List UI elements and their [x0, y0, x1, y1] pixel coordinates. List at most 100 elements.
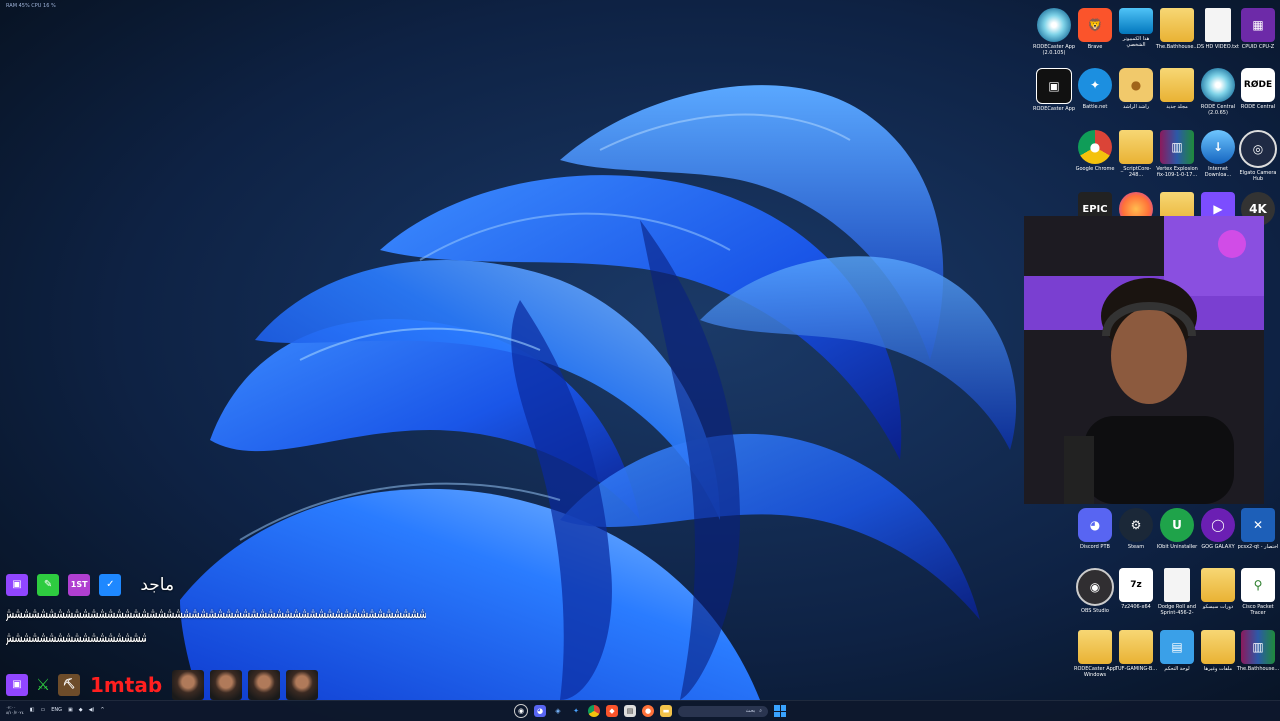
desktop-icon-rode-central-disc[interactable]: RODE Central (2.0.65) — [1198, 68, 1238, 128]
webcam-feed — [1024, 216, 1264, 504]
obs-taskbar-icon[interactable]: ◉ — [514, 704, 528, 718]
taskbar-apps: ◉ ◕ ◈ ✦ ◆ ▤ ● ▬ بحث ⌕ — [514, 704, 786, 718]
discord-icon: ◕ — [1078, 508, 1112, 542]
start-icon[interactable] — [774, 705, 786, 717]
search-input[interactable]: بحث ⌕ — [678, 705, 768, 717]
control-panel-icon: ▤ — [1160, 630, 1194, 664]
desktop-icon-vertex-explosion[interactable]: ▥ Vertex Explosion fix-109-1-0-17... — [1156, 130, 1198, 190]
desktop-icon-elgato-camera-hub[interactable]: ◎ Elgato Camera Hub — [1238, 130, 1278, 190]
twitch-badge-icon: ▣ — [6, 574, 28, 596]
desktop-icon-dodge-roll[interactable]: Dodge Roll and Sprint-456-2-38... — [1157, 568, 1197, 628]
green-badge-icon: ✎ — [37, 574, 60, 596]
desktop-icon-files-folder[interactable]: ملفات وغيرها — [1198, 630, 1238, 690]
dodge-roll-icon — [1164, 568, 1190, 602]
the-bathhouse-folder-icon — [1160, 8, 1194, 42]
desktop-icon-label: RODE Central — [1240, 104, 1276, 110]
desktop-icon-control-panel[interactable]: ▤ لوحة التحكم — [1157, 630, 1197, 690]
desktop-icon-user-folder[interactable]: ● راشد الراشد — [1116, 68, 1156, 128]
steam-icon: ⚙ — [1119, 508, 1153, 542]
desktop-icon-brave[interactable]: 🦁 Brave — [1075, 8, 1115, 68]
elgato-camera-hub-icon: ◎ — [1239, 130, 1277, 168]
desktop-icon-label: Vertex Explosion fix-109-1-0-17... — [1156, 166, 1198, 178]
edge-taskbar-icon[interactable]: ◈ — [552, 705, 564, 717]
store-taskbar-icon[interactable]: ▤ — [624, 705, 636, 717]
iobit-uninstaller-icon: U — [1160, 508, 1194, 542]
network-icon[interactable]: ◧ — [30, 707, 35, 713]
user-folder-icon: ● — [1119, 68, 1153, 102]
desktop-icon-rode-central[interactable]: RØDE RODE Central — [1238, 68, 1278, 128]
files-folder-icon — [1201, 630, 1235, 664]
desktop-icon-internet-download[interactable]: ↓ Internet Downloa... — [1198, 130, 1238, 190]
scriptcore-icon — [1119, 130, 1153, 164]
desktop-icon-label: Battle.net — [1082, 104, 1108, 110]
desktop-icon-tuf-gaming[interactable]: TUF-GAMING-B... — [1115, 630, 1157, 690]
desktop-icon-label: راشد الراشد — [1122, 104, 1150, 110]
7zip-icon: 7z — [1119, 568, 1153, 602]
desktop-icon-new-folder[interactable]: مجلد جديد — [1157, 68, 1197, 128]
chevron-up-icon[interactable]: ^ — [100, 707, 104, 713]
desktop-icon-gog-galaxy[interactable]: ◯ GOG GALAXY — [1198, 508, 1238, 568]
rode-central-icon: RØDE — [1241, 68, 1275, 102]
rode-central-disc-icon — [1201, 68, 1235, 102]
firefox-taskbar-icon[interactable]: ● — [642, 705, 654, 717]
desktop-icon-obs-studio[interactable]: ◉ OBS Studio — [1075, 568, 1115, 628]
brave-taskbar-icon[interactable]: ◆ — [606, 705, 618, 717]
language-indicator[interactable]: ENG — [51, 707, 62, 713]
desktop-icon-cisco-packet-tracer[interactable]: ⚲ Cisco Packet Tracer — [1238, 568, 1278, 628]
desktop-icon-label: GOG GALAXY — [1201, 544, 1235, 550]
desktop-icon-iobit-uninstaller[interactable]: U IObit Uninstaller — [1157, 508, 1197, 568]
desktop-icon-label: مجلد جديد — [1166, 104, 1188, 110]
volume-icon[interactable]: ◀) — [89, 707, 95, 713]
vertex-explosion-icon: ▥ — [1160, 130, 1194, 164]
chrome-taskbar-icon[interactable] — [588, 705, 600, 717]
battlenet-icon: ✦ — [1078, 68, 1112, 102]
first-badge-icon: 1ST — [68, 574, 91, 596]
cisco-packet-tracer-icon: ⚲ — [1241, 568, 1275, 602]
desktop-icon-steam[interactable]: ⚙ Steam — [1116, 508, 1156, 568]
clock[interactable]: ٠٢:٠٠ ٨/١٠/٢٠٢٤ — [6, 705, 24, 715]
desktop-icon-label: RODECaster App (2.0.105) — [1032, 44, 1076, 56]
desktop-icon-label: Google Chrome — [1075, 166, 1115, 172]
new-folder-icon — [1160, 68, 1194, 102]
discord-taskbar-icon[interactable]: ◕ — [534, 705, 546, 717]
search-placeholder: بحث — [745, 708, 756, 714]
explorer-taskbar-icon[interactable]: ▬ — [660, 705, 672, 717]
desktop-icon-label: لوحة التحكم — [1164, 666, 1190, 672]
gog-galaxy-icon: ◯ — [1201, 508, 1235, 542]
desktop-icon-the-bathhouse-folder[interactable]: The.Bathhouse... — [1156, 8, 1198, 68]
desktop-icon-battlenet[interactable]: ✦ Battle.net — [1075, 68, 1115, 128]
display-icon[interactable]: ▭ — [40, 707, 45, 713]
desktop-icon-scriptcore[interactable]: _ScriptCore-248... — [1116, 130, 1156, 190]
monitor-icon[interactable]: ▣ — [68, 707, 73, 713]
desktop-icon-ds-hd-video[interactable]: DS HD VIDEO.txt — [1197, 8, 1239, 68]
cpuid-icon: ▦ — [1241, 8, 1275, 42]
chat-message-1-header: ▣ ✎ 1ST ✓ ماجد — [6, 574, 426, 596]
desktop-icon-courses-folder[interactable]: دورات سيسكو — [1198, 568, 1238, 628]
emote-face — [286, 670, 319, 700]
battlenet-taskbar-icon[interactable]: ✦ — [570, 705, 582, 717]
desktop-icon-label: Internet Downloa... — [1204, 166, 1232, 178]
desktop-icon-discord[interactable]: ◕ Discord PTB — [1075, 508, 1115, 568]
desktop-icon-google-chrome[interactable]: ● Google Chrome — [1075, 130, 1115, 190]
desktop-icon-label: Discord PTB — [1080, 544, 1110, 550]
desktop-icon-7zip[interactable]: 7z 7z2406-x64 — [1116, 568, 1156, 628]
desktop-icon-the-bathhouse-rar[interactable]: ▥ The.Bathhouse... — [1237, 630, 1279, 690]
desktop-icon-label: Dodge Roll and Sprint-456-2-38... — [1157, 604, 1196, 616]
desktop-icon-label: RODECaster App Windows v2.0.105 — [1073, 666, 1117, 678]
desktop-icon-rodecaster-app-disc[interactable]: RODECaster App (2.0.105) — [1032, 8, 1076, 68]
mic-icon[interactable]: ◆ — [79, 707, 83, 713]
search-icon: ⌕ — [759, 708, 762, 714]
desktop-icon-rodecaster-windows[interactable]: RODECaster App Windows v2.0.105 — [1073, 630, 1117, 690]
desktop-icon-cpuid[interactable]: ▦ CPUID CPU-Z — [1238, 8, 1278, 68]
desktop-icon-rodecaster-app[interactable]: ▣ RODECaster App — [1033, 68, 1075, 128]
webcam-overlay — [1024, 216, 1264, 504]
desktop-icon-this-pc[interactable]: هذا الكمبيوتر الشخصي — [1116, 8, 1156, 68]
desktop-icon-label: _ScriptCore-248... — [1120, 166, 1152, 178]
obs-studio-icon: ◉ — [1076, 568, 1114, 606]
desktop-icon-pcsx2[interactable]: ✕ pcsx2-qt - اختصار — [1238, 508, 1278, 568]
tuf-gaming-icon — [1119, 630, 1153, 664]
desktop-icon-label: هذا الكمبيوتر الشخصي — [1122, 36, 1150, 48]
google-chrome-icon: ● — [1078, 130, 1112, 164]
desktop-icon-label: Brave — [1087, 44, 1103, 50]
desktop-icon-label: Elgato Camera Hub — [1239, 170, 1277, 182]
